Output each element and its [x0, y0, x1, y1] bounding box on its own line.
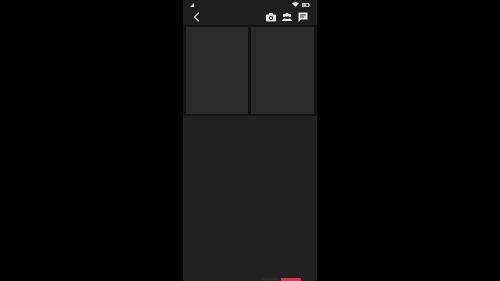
- people-button[interactable]: [281, 11, 293, 23]
- message-button[interactable]: [297, 11, 309, 23]
- people-icon: [281, 13, 293, 21]
- camera-icon: [266, 13, 276, 22]
- battery-icon: [302, 3, 310, 7]
- media-tile[interactable]: [186, 27, 248, 114]
- page: [0, 0, 500, 281]
- wifi-icon: [292, 2, 299, 7]
- phone-screen: [183, 0, 317, 281]
- camera-button[interactable]: [265, 11, 277, 23]
- toolbar: [183, 9, 317, 25]
- message-icon: [298, 12, 308, 22]
- back-button[interactable]: [191, 11, 203, 23]
- media-grid: [183, 25, 317, 116]
- content-area: [183, 116, 317, 281]
- status-bar: [183, 0, 317, 9]
- chevron-left-icon: [193, 12, 200, 22]
- media-tile[interactable]: [251, 27, 314, 114]
- signal-icon: [190, 3, 194, 7]
